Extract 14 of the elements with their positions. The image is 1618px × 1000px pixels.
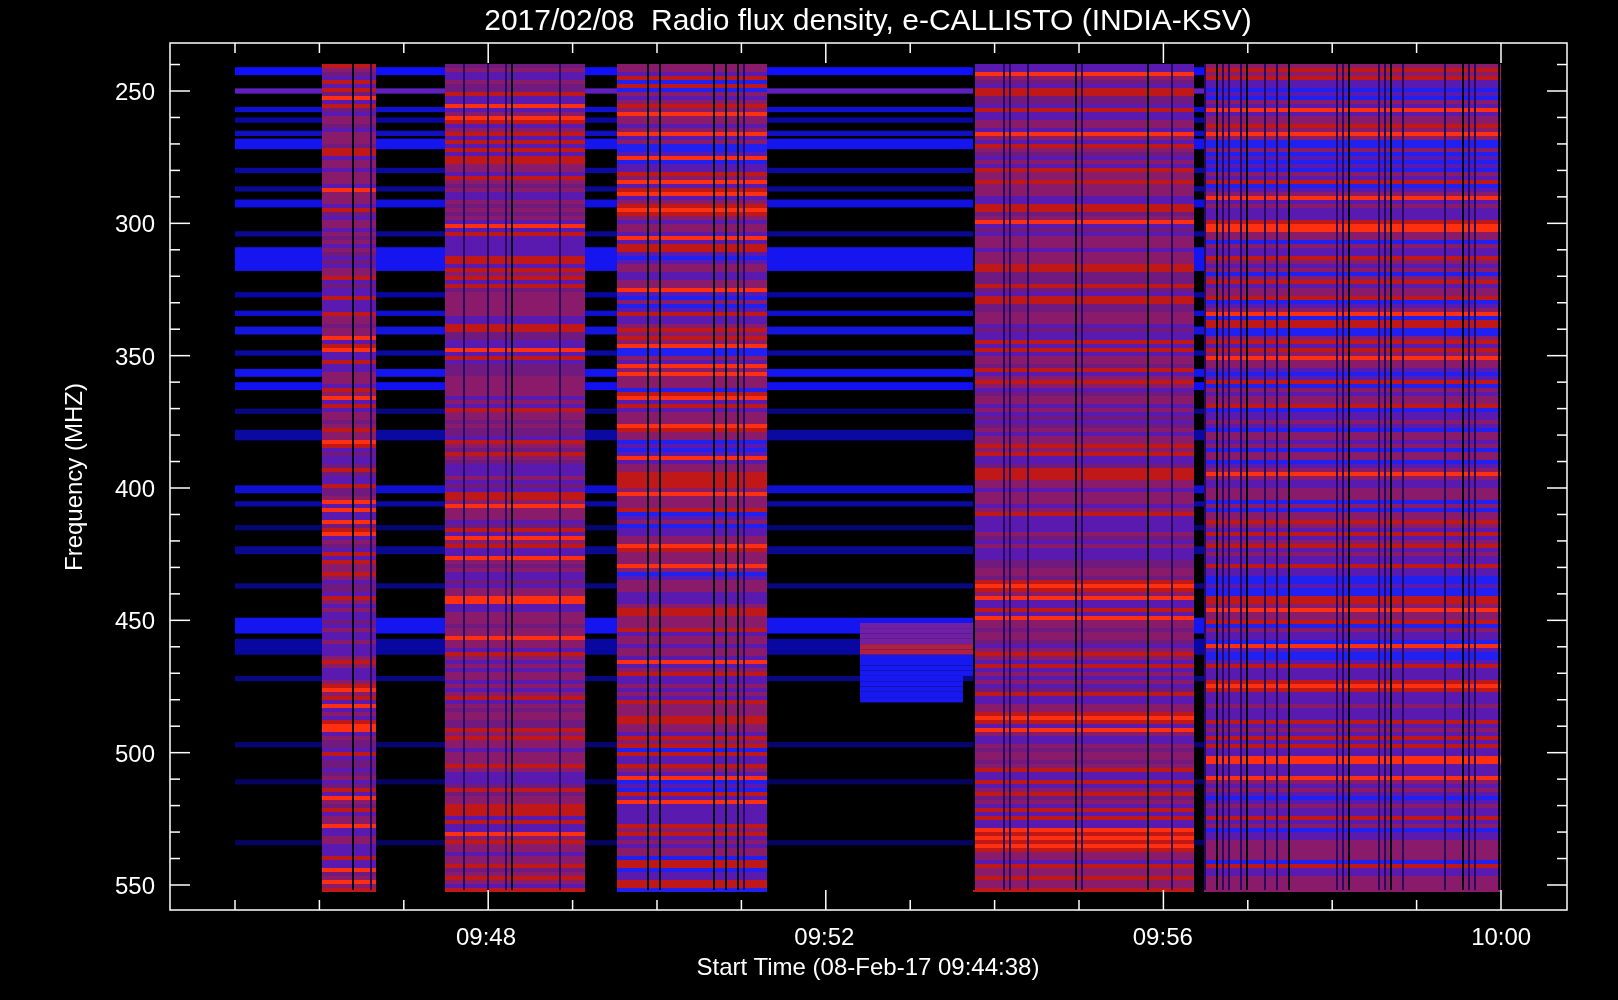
x-axis-title: Start Time (08-Feb-17 09:44:38) (696, 953, 1040, 980)
y-tick-label: 450 (114, 607, 155, 635)
y-tick-label: 300 (114, 210, 155, 238)
x-tick-label: 09:56 (1132, 923, 1193, 950)
y-tick-label: 250 (114, 78, 155, 105)
x-tick-label: 10:00 (1471, 923, 1532, 950)
chart-title: 2017/02/08 Radio flux density, e-CALLISTO (INDIA-KSV) (484, 3, 1252, 36)
y-tick-label: 500 (114, 739, 155, 767)
y-tick-label: 550 (114, 872, 155, 899)
x-tick-label: 09:52 (794, 923, 855, 950)
x-tick-label: 09:48 (455, 923, 517, 950)
y-tick-label: 400 (114, 475, 155, 502)
y-tick-label: 350 (114, 342, 155, 370)
y-axis-title: Frequency (MHZ) (60, 383, 87, 571)
